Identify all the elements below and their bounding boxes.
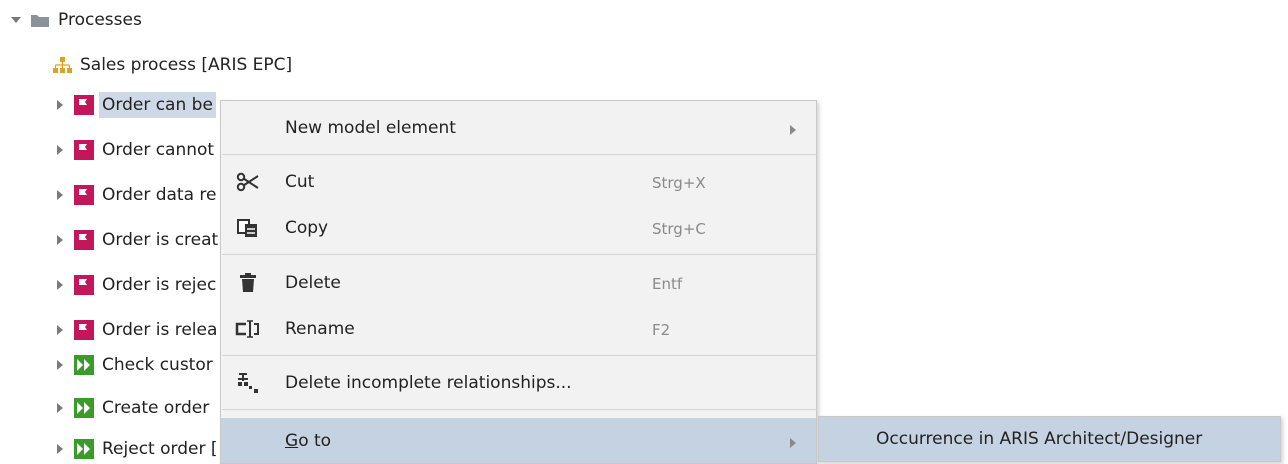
tree-item-event[interactable]: Order cannot xyxy=(52,135,217,165)
trash-icon xyxy=(235,271,261,295)
expand-arrow-icon[interactable] xyxy=(52,277,68,293)
menu-item-cut[interactable]: Cut Strg+X xyxy=(221,162,816,202)
tree-label: Order cannot xyxy=(102,140,215,160)
expand-arrow-icon[interactable] xyxy=(8,12,24,28)
event-icon xyxy=(74,275,94,295)
tree-item-event[interactable]: Order data re xyxy=(52,180,219,210)
menu-item-label: Copy xyxy=(285,218,329,238)
event-icon xyxy=(74,230,94,250)
expand-arrow-icon[interactable] xyxy=(52,142,68,158)
menu-item-delete[interactable]: Delete Entf xyxy=(221,263,816,303)
copy-icon xyxy=(235,216,261,240)
menu-item-label-rest: o to xyxy=(298,431,332,451)
tree-label: Order can be xyxy=(99,92,216,118)
event-icon xyxy=(74,185,94,205)
tree-label: Reject order [ xyxy=(102,439,218,459)
submenu-item-occurrence[interactable]: Occurrence in ARIS Architect/Designer xyxy=(876,427,1202,451)
menu-item-label: Rename xyxy=(285,319,355,339)
menu-item-label: Delete xyxy=(285,273,341,293)
menu-item-delete-incomplete-relationships[interactable]: Delete incomplete relationships... xyxy=(221,363,816,403)
tree-label: Order data re xyxy=(102,185,217,205)
menu-separator xyxy=(222,154,817,155)
tree-item-sales-process[interactable]: Sales process [ARIS EPC] xyxy=(30,50,295,80)
tree-label: Processes xyxy=(58,10,142,30)
tree-label: Order is rejec xyxy=(102,275,217,295)
mnemonic-letter: G xyxy=(285,431,299,451)
expand-arrow-icon[interactable] xyxy=(52,441,68,457)
function-icon xyxy=(74,398,94,418)
expand-arrow-icon[interactable] xyxy=(52,400,68,416)
expand-arrow-icon[interactable] xyxy=(52,357,68,373)
menu-separator xyxy=(222,409,817,410)
menu-item-label: New model element xyxy=(285,118,456,138)
tree-label: Sales process [ARIS EPC] xyxy=(80,55,293,75)
tree-label: Check custor xyxy=(102,355,213,375)
shortcut-label: Strg+C xyxy=(652,220,706,238)
tree-label: Create order xyxy=(102,398,210,418)
function-icon xyxy=(74,439,94,459)
shortcut-label: Strg+X xyxy=(652,174,706,192)
shortcut-label: F2 xyxy=(652,321,671,339)
tree-item-event[interactable]: Order is rejec xyxy=(52,270,219,300)
submenu-arrow-icon xyxy=(789,434,797,454)
tree-item-function[interactable]: Create order xyxy=(52,393,212,423)
expand-arrow-icon[interactable] xyxy=(52,97,68,113)
tree-item-event[interactable]: Order is relea xyxy=(52,315,220,345)
tree-item-event[interactable]: Order is creat xyxy=(52,225,221,255)
expand-arrow-icon[interactable] xyxy=(52,232,68,248)
menu-separator xyxy=(222,254,817,255)
event-icon xyxy=(74,320,94,340)
event-icon xyxy=(74,140,94,160)
expand-arrow-icon[interactable] xyxy=(52,322,68,338)
event-icon xyxy=(74,95,94,115)
menu-item-copy[interactable]: Copy Strg+C xyxy=(221,208,816,248)
scissors-icon xyxy=(235,170,261,194)
menu-item-go-to[interactable]: Go to xyxy=(221,418,816,463)
menu-item-label: Delete incomplete relationships... xyxy=(285,373,572,393)
tree-item-event[interactable]: Order can be xyxy=(52,90,216,120)
epc-model-icon xyxy=(52,55,72,75)
menu-item-new-model-element[interactable]: New model element xyxy=(221,108,816,148)
rename-icon xyxy=(235,317,261,341)
tree-root-processes[interactable]: Processes xyxy=(8,5,145,35)
context-menu: New model element Cut Strg+X Copy Strg+C xyxy=(220,100,817,464)
tree-item-function[interactable]: Reject order [ xyxy=(52,434,220,464)
tree-item-function[interactable]: Check custor xyxy=(52,350,216,380)
folder-icon xyxy=(30,10,50,30)
menu-item-label: Cut xyxy=(285,172,315,192)
menu-item-rename[interactable]: Rename F2 xyxy=(221,309,816,349)
tree-label: Order is creat xyxy=(102,230,219,250)
menu-separator xyxy=(222,355,817,356)
menu-item-label: Go to xyxy=(285,429,331,453)
expand-arrow-icon[interactable] xyxy=(52,187,68,203)
delete-relationships-icon xyxy=(235,371,261,395)
shortcut-label: Entf xyxy=(652,275,683,293)
submenu-arrow-icon xyxy=(789,121,797,141)
go-to-submenu: Occurrence in ARIS Architect/Designer xyxy=(818,416,1281,462)
tree-label: Order is relea xyxy=(102,320,218,340)
function-icon xyxy=(74,355,94,375)
